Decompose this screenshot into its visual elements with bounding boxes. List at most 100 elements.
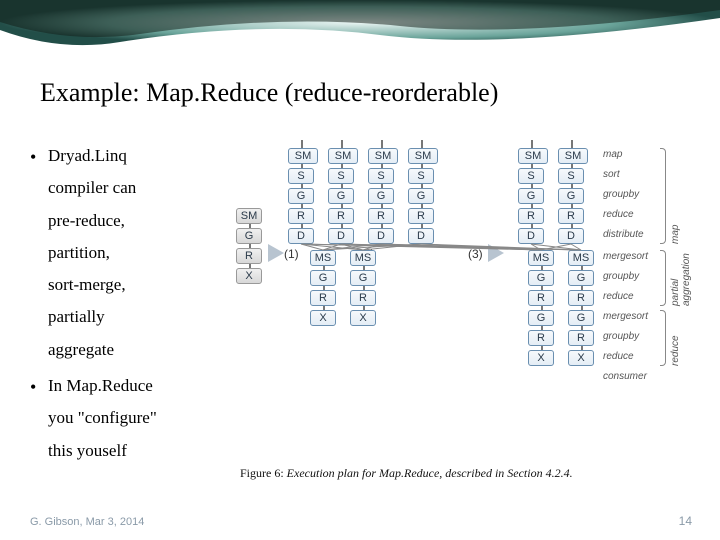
bullet-item: In Map.Reduce you "configure" this youse… [30, 370, 220, 467]
connector [541, 346, 543, 350]
pipeline-box: G [558, 188, 584, 204]
pipeline-box: R [568, 330, 594, 346]
pipeline-box: R [558, 208, 584, 224]
connector [381, 164, 383, 168]
connector [323, 306, 325, 310]
pipeline-box: MS [568, 250, 594, 266]
pipeline-box: D [408, 228, 434, 244]
connector [341, 140, 343, 148]
connector [581, 286, 583, 290]
pipeline-box: G [408, 188, 434, 204]
pipeline-box: G [350, 270, 376, 286]
connector [249, 224, 251, 228]
pipeline-box: S [518, 168, 544, 184]
pipeline-box: SM [328, 148, 358, 164]
connector [421, 204, 423, 208]
diagram-label: mergesort [603, 311, 648, 322]
diagram-label: sort [603, 169, 620, 180]
pipeline-box: R [288, 208, 314, 224]
connector [581, 346, 583, 350]
diagram-label: (1) [284, 247, 299, 261]
connector [531, 140, 533, 148]
connector [541, 306, 543, 310]
pipeline-box: R [528, 290, 554, 306]
slide-title: Example: Map.Reduce (reduce-reorderable) [40, 78, 498, 108]
pipeline-box: S [368, 168, 394, 184]
bullet-list: Dryad.Linq compiler can pre-reduce, part… [30, 140, 220, 471]
pipeline-box: G [328, 188, 354, 204]
connector [301, 140, 303, 148]
connector [249, 244, 251, 248]
connector [421, 224, 423, 228]
pipeline-box: SM [288, 148, 318, 164]
connector [363, 306, 365, 310]
connector [581, 266, 583, 270]
pipeline-box: G [288, 188, 314, 204]
pipeline-box: R [568, 290, 594, 306]
pipeline-box: SM [368, 148, 398, 164]
connector [381, 224, 383, 228]
connector [581, 326, 583, 330]
brace [660, 310, 666, 366]
connector [571, 140, 573, 148]
diagram-label: groupby [603, 189, 639, 200]
pipeline-box: X [568, 350, 594, 366]
connector [341, 184, 343, 188]
footer-page-number: 14 [679, 514, 692, 528]
connector [363, 286, 365, 290]
pipeline-box: G [528, 310, 554, 326]
pipeline-box: MS [528, 250, 554, 266]
brace-label: partial aggregation [670, 250, 692, 306]
pipeline-box: X [528, 350, 554, 366]
connector [301, 224, 303, 228]
pipeline-box: MS [310, 250, 336, 266]
brace-label: map [670, 148, 681, 244]
connector [571, 164, 573, 168]
pipeline-box: R [350, 290, 376, 306]
connector [323, 286, 325, 290]
pipeline-box: G [568, 270, 594, 286]
brace [660, 148, 666, 244]
connector [531, 164, 533, 168]
pipeline-box: S [288, 168, 314, 184]
pipeline-box: S [328, 168, 354, 184]
pipeline-box: R [368, 208, 394, 224]
transition-arrow [488, 244, 504, 262]
pipeline-box: G [518, 188, 544, 204]
figure-area: SMSGRDSMSGRDSMSGRDSMSGRDSMSGRDSMSGRDSMGR… [220, 140, 710, 471]
connector [341, 204, 343, 208]
connector [301, 204, 303, 208]
pipeline-box: MS [350, 250, 376, 266]
diagram-label: distribute [603, 229, 644, 240]
pipeline-box: S [558, 168, 584, 184]
pipeline-box: R [408, 208, 434, 224]
diagram-label: reduce [603, 209, 634, 220]
bullet-item: Dryad.Linq compiler can pre-reduce, part… [30, 140, 220, 366]
pipeline-box: G [528, 270, 554, 286]
diagram-label: consumer [603, 371, 647, 382]
connector [341, 164, 343, 168]
pipeline-box: SM [236, 208, 262, 224]
connector [581, 306, 583, 310]
diagram-label: reduce [603, 291, 634, 302]
diagram-label: groupby [603, 331, 639, 342]
connector [363, 266, 365, 270]
connector [531, 204, 533, 208]
diagram-label: (3) [468, 247, 483, 261]
pipeline-box: D [368, 228, 394, 244]
pipeline-box: D [518, 228, 544, 244]
execution-plan-diagram: SMSGRDSMSGRDSMSGRDSMSGRDSMSGRDSMSGRDSMGR… [228, 140, 688, 460]
connector [381, 184, 383, 188]
connector [421, 184, 423, 188]
diagram-label: map [603, 149, 622, 160]
brace [660, 250, 666, 306]
pipeline-box: R [310, 290, 336, 306]
footer-author: G. Gibson, Mar 3, 2014 [30, 516, 144, 528]
diagram-label: mergesort [603, 251, 648, 262]
pipeline-box: SM [558, 148, 588, 164]
connector [541, 326, 543, 330]
connector [323, 266, 325, 270]
connector [541, 266, 543, 270]
pipeline-box: X [350, 310, 376, 326]
pipeline-box: R [236, 248, 262, 264]
